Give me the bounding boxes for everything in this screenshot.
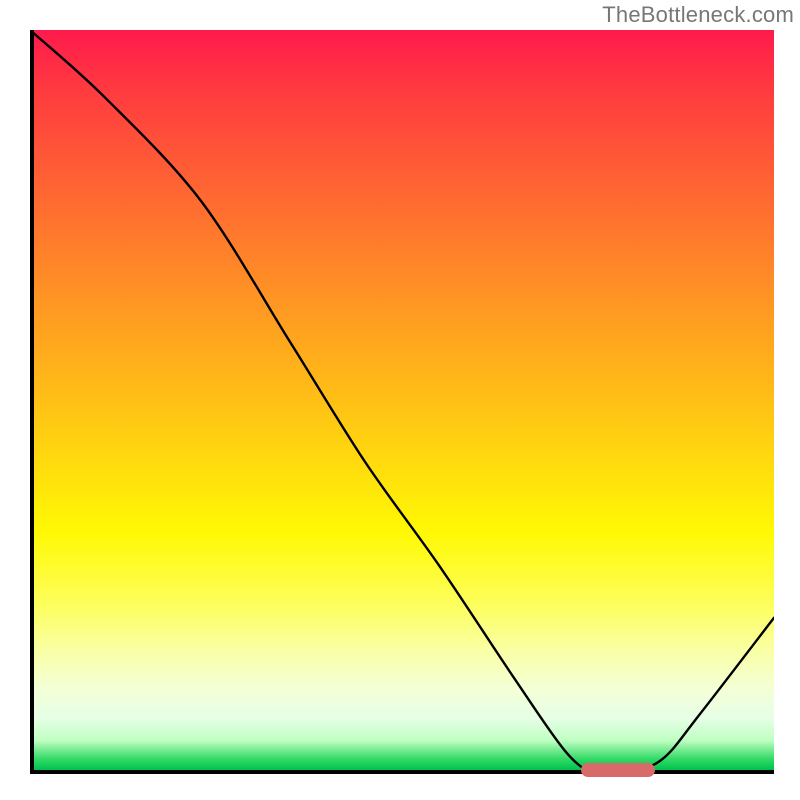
optimal-range-marker	[581, 763, 655, 777]
watermark-label: TheBottleneck.com	[602, 2, 794, 28]
chart-container: TheBottleneck.com	[0, 0, 800, 800]
plot-background	[30, 30, 774, 774]
